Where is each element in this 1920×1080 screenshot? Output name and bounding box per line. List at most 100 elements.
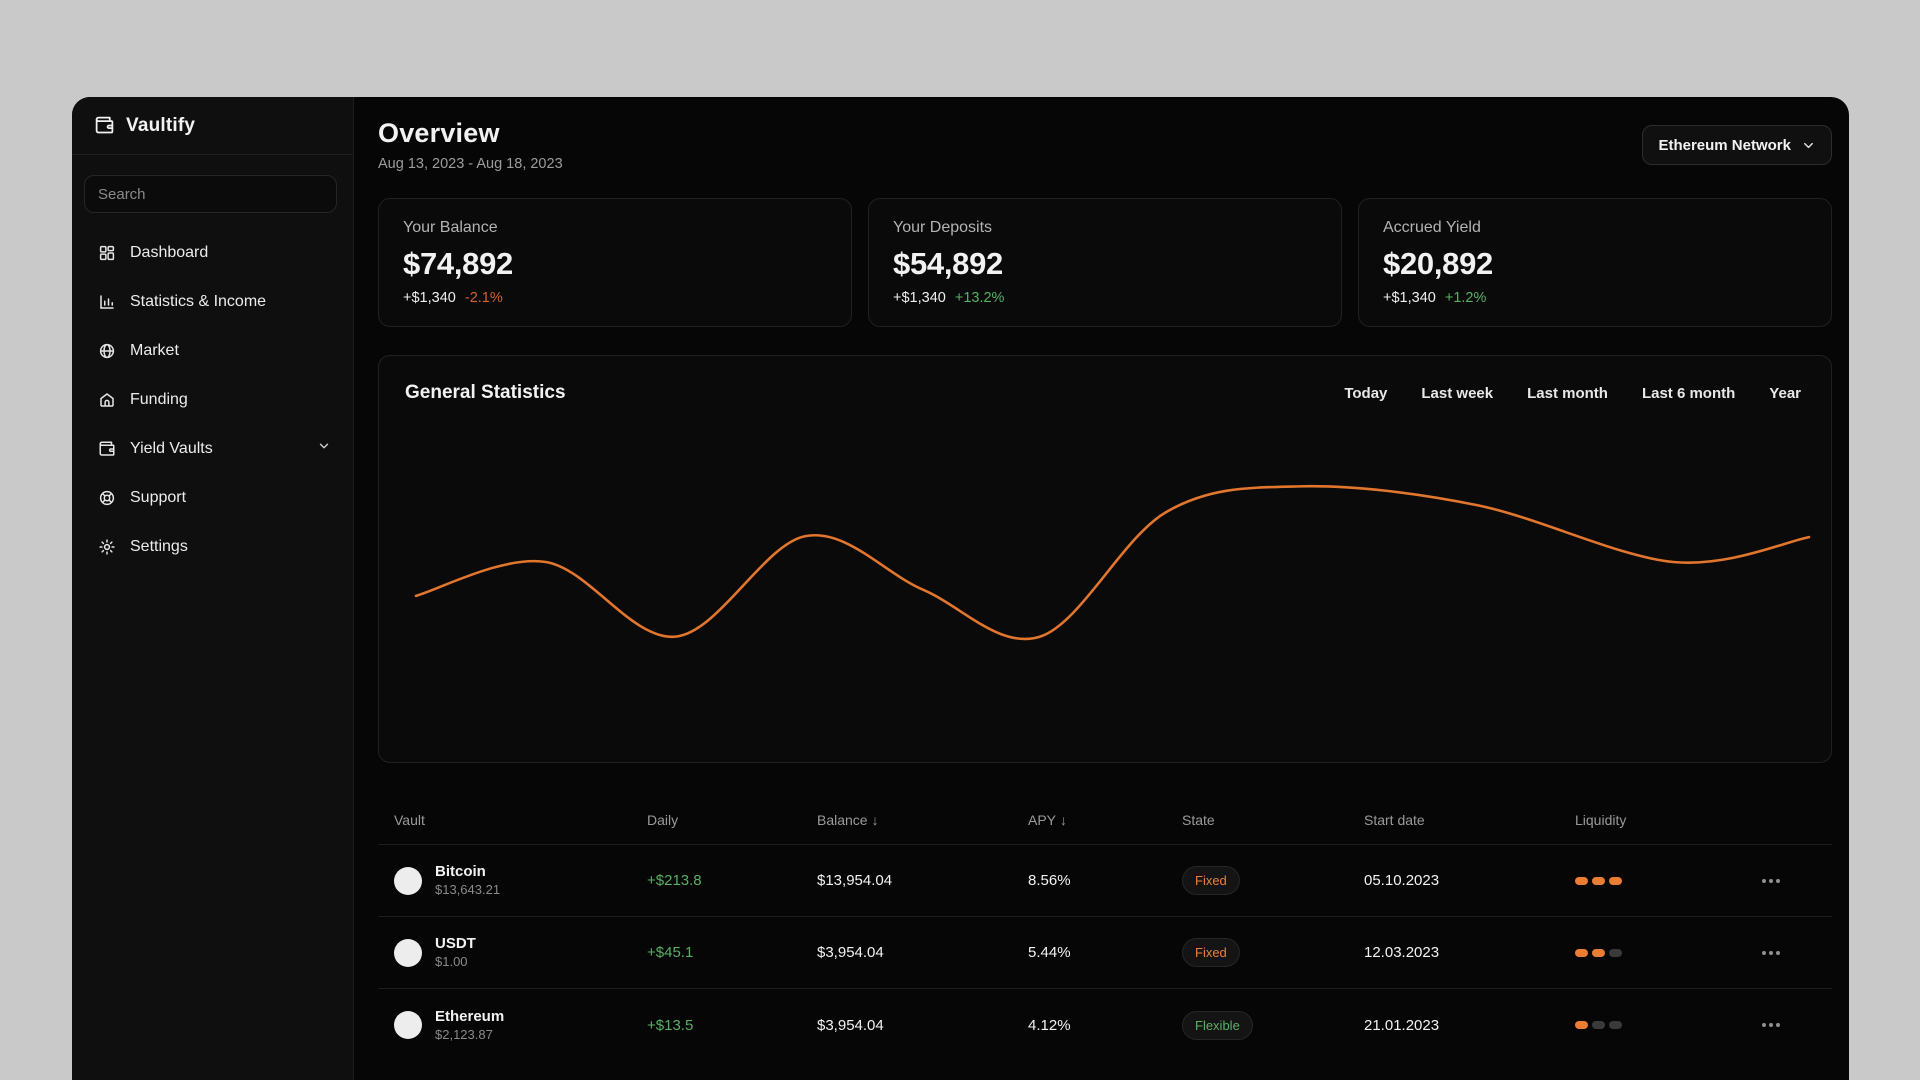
bar-chart-icon (100, 294, 114, 309)
vaults-table: Vault Daily Balance ↓ APY ↓ State Start da… (378, 795, 1832, 1061)
sidebar-menu: Dashboard Statistics & Income Market Fun… (72, 228, 353, 571)
lifebuoy-icon (99, 490, 115, 505)
apy-value: 8.56% (1028, 872, 1071, 889)
apy-value: 5.44% (1028, 944, 1071, 961)
sidebar-item-label: Funding (130, 390, 188, 408)
liquidity-indicator (1575, 1021, 1758, 1029)
search-input[interactable] (84, 175, 337, 213)
sidebar-item-support[interactable]: Support (72, 473, 353, 522)
balance-card: Your Balance $74,892 +$1,340 -2.1% (378, 198, 852, 327)
balance-value: $3,954.04 (817, 1016, 884, 1034)
state-badge: Flexible (1182, 1010, 1253, 1040)
sort-arrow-icon: ↓ (1060, 811, 1068, 828)
daily-change: +$13.5 (647, 1016, 694, 1034)
table-header-row: Vault Daily Balance ↓ APY ↓ State Start da… (378, 795, 1832, 845)
liquidity-indicator (1575, 948, 1758, 957)
table-row-ethereum[interactable]: Ethereum $2,123.87 +$13.5 $3,954.04 4.12… (378, 989, 1832, 1061)
chevron-down-icon[interactable] (317, 439, 331, 458)
vault-price: $1.00 (435, 954, 468, 969)
start-date: 12.03.2023 (1364, 944, 1440, 961)
apy-value: 4.12% (1028, 1016, 1071, 1034)
column-header-start-date[interactable]: Start date (1364, 812, 1575, 828)
wallet-icon (99, 441, 115, 456)
card-value: $54,892 (893, 246, 1003, 281)
delta-percent: +13.2% (954, 290, 1005, 306)
logo: Vaultify (72, 97, 353, 155)
card-value: $20,892 (1383, 246, 1493, 281)
date-range: Aug 13, 2023 - Aug 18, 2023 (378, 156, 563, 172)
sidebar-item-label: Dashboard (130, 243, 209, 261)
delta-amount: +$1,340 (403, 290, 456, 306)
column-header-apy[interactable]: APY ↓ (1028, 812, 1182, 828)
row-menu-icon[interactable] (1762, 878, 1780, 883)
sidebar-item-settings[interactable]: Settings (72, 522, 353, 571)
column-header-state[interactable]: State (1182, 812, 1364, 828)
card-delta: +$1,340 +13.2% (893, 290, 1317, 306)
card-value: $74,892 (403, 246, 513, 281)
daily-change: +$213.8 (647, 872, 702, 889)
coin-avatar (394, 1011, 422, 1039)
network-selector-label: Ethereum Network (1658, 136, 1791, 154)
row-menu-icon[interactable] (1762, 950, 1780, 955)
sidebar-item-funding[interactable]: Funding (72, 375, 353, 424)
state-badge: Fixed (1182, 938, 1240, 967)
sidebar: Vaultify Dashboard Statistics & Income (72, 97, 354, 1080)
column-header-balance[interactable]: Balance ↓ (817, 812, 1028, 828)
start-date: 21.01.2023 (1364, 1016, 1440, 1034)
card-label: Accrued Yield (1383, 219, 1481, 236)
table-row-usdt[interactable]: USDT $1.00 +$45.1 $3,954.04 5.44% Fixed … (378, 917, 1832, 989)
card-label: Your Deposits (893, 219, 993, 236)
coin-avatar (394, 866, 422, 895)
sidebar-item-label: Market (130, 341, 179, 359)
delta-percent: +1.2% (1444, 290, 1487, 306)
chart-line (414, 484, 1811, 641)
chevron-down-icon (1804, 142, 1813, 148)
sidebar-item-market[interactable]: Market (72, 326, 353, 375)
vault-price: $2,123.87 (435, 1026, 493, 1042)
globe-icon (99, 343, 115, 358)
vault-name: Ethereum (435, 1007, 505, 1025)
delta-amount: +$1,340 (893, 290, 946, 306)
sidebar-item-dashboard[interactable]: Dashboard (72, 228, 353, 277)
row-menu-icon[interactable] (1762, 1023, 1780, 1027)
sidebar-item-label: Yield Vaults (130, 439, 213, 457)
column-header-daily[interactable]: Daily (647, 812, 817, 828)
sidebar-item-label: Settings (130, 537, 188, 555)
table-row-bitcoin[interactable]: Bitcoin $13,643.21 +$213.8 $13,954.04 8.… (378, 845, 1832, 917)
card-delta: +$1,340 -2.1% (403, 290, 827, 306)
sort-arrow-icon: ↓ (871, 811, 879, 828)
column-header-liquidity[interactable]: Liquidity (1575, 812, 1758, 828)
vault-name: USDT (435, 935, 476, 952)
balance-value: $3,954.04 (817, 944, 884, 961)
state-badge: Fixed (1182, 866, 1240, 895)
start-date: 05.10.2023 (1364, 872, 1440, 889)
bank-icon (100, 392, 114, 407)
vault-price: $13,643.21 (435, 882, 501, 897)
card-delta: +$1,340 +1.2% (1383, 290, 1807, 306)
general-statistics-panel: General Statistics Today Last week Last … (378, 355, 1832, 763)
daily-change: +$45.1 (647, 944, 694, 961)
main-content: Overview Aug 13, 2023 - Aug 18, 2023 Eth… (354, 97, 1849, 1080)
sidebar-item-yield-vaults[interactable]: Yield Vaults (72, 424, 353, 473)
wallet-icon (95, 116, 114, 134)
vault-name: Bitcoin (435, 863, 486, 880)
liquidity-indicator (1575, 876, 1758, 885)
column-header-vault[interactable]: Vault (378, 812, 647, 828)
sidebar-item-label: Support (130, 488, 187, 506)
accrued-yield-card: Accrued Yield $20,892 +$1,340 +1.2% (1358, 198, 1832, 327)
balance-value: $13,954.04 (817, 872, 893, 889)
stat-cards: Your Balance $74,892 +$1,340 -2.1% Your … (378, 198, 1833, 327)
delta-amount: +$1,340 (1383, 290, 1436, 306)
grid-icon (99, 245, 115, 260)
gear-icon (99, 538, 115, 555)
line-chart (414, 484, 1811, 641)
delta-percent: -2.1% (464, 290, 503, 306)
deposits-card: Your Deposits $54,892 +$1,340 +13.2% (868, 198, 1342, 327)
coin-avatar (394, 938, 422, 967)
app-name: Vaultify (126, 114, 196, 136)
card-label: Your Balance (403, 219, 498, 236)
sidebar-item-statistics-income[interactable]: Statistics & Income (72, 277, 353, 326)
sidebar-item-label: Statistics & Income (130, 292, 267, 310)
network-selector-button[interactable]: Ethereum Network (1642, 125, 1832, 165)
page-title: Overview (378, 118, 500, 148)
